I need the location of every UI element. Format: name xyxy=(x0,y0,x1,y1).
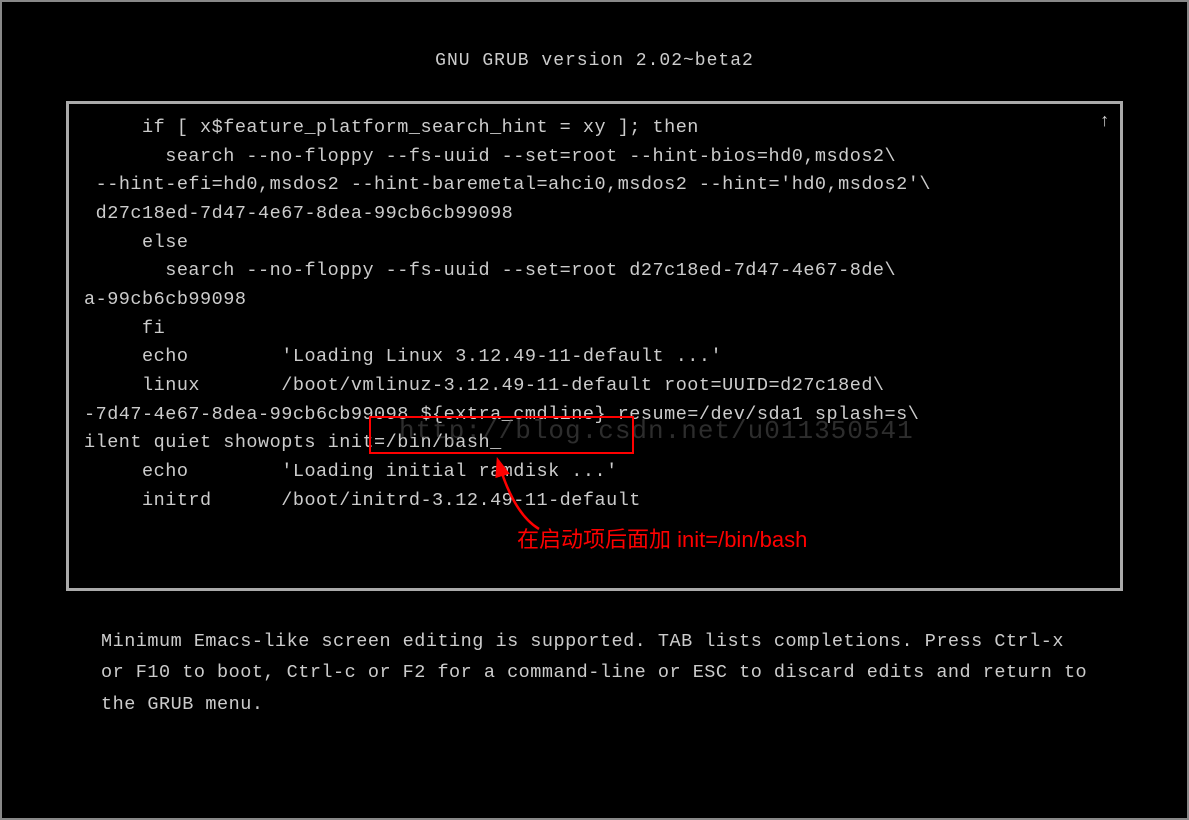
grub-title: GNU GRUB version 2.02~beta2 xyxy=(6,51,1183,71)
annotation-text: 在启动项后面加 init=/bin/bash xyxy=(517,522,807,554)
scroll-up-icon: ↑ xyxy=(1099,112,1110,132)
grub-editor[interactable]: ↑ if [ x$feature_platform_search_hint = … xyxy=(66,101,1123,591)
grub-help-text: Minimum Emacs-like screen editing is sup… xyxy=(101,626,1088,720)
grub-code-content[interactable]: if [ x$feature_platform_search_hint = xy… xyxy=(84,114,1105,515)
